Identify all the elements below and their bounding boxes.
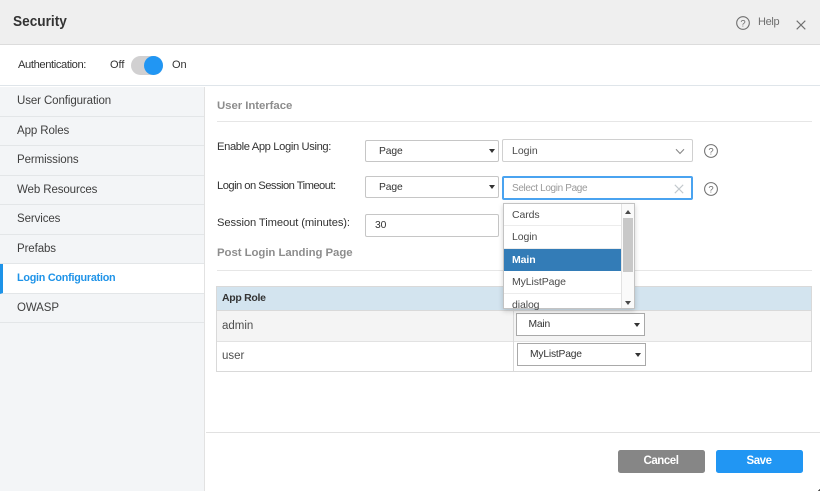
svg-text:?: ? <box>708 184 713 195</box>
svg-text:?: ? <box>740 18 745 29</box>
svg-text:?: ? <box>708 147 713 158</box>
